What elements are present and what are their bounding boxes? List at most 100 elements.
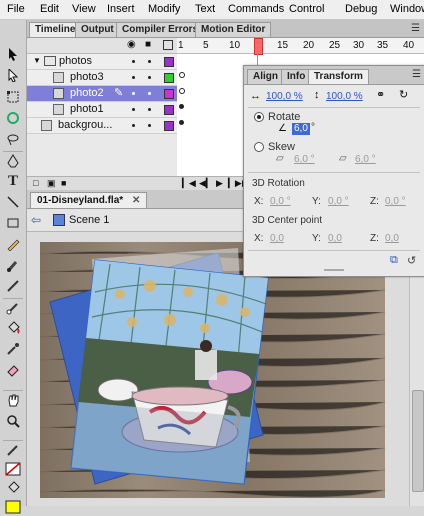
fill-color-swatch[interactable] xyxy=(3,498,23,516)
duplicate-transform-icon[interactable]: ⧉ xyxy=(390,254,398,267)
lock-dot[interactable] xyxy=(148,76,151,79)
first-frame-icon[interactable]: ▎◀ xyxy=(182,178,196,189)
play-icon[interactable]: ▶ xyxy=(216,178,223,189)
layer-row-photos[interactable]: ▼ photos xyxy=(27,54,177,70)
center-3d-y-value[interactable]: 0,0 xyxy=(328,233,342,244)
rectangle-tool-icon[interactable] xyxy=(3,214,23,232)
constrain-link-icon[interactable]: ⚭ xyxy=(376,88,385,101)
eyedropper-tool-icon[interactable] xyxy=(3,340,23,358)
tab-align[interactable]: Align xyxy=(247,69,284,84)
keyframe[interactable] xyxy=(179,120,184,125)
layer-row-photo3[interactable]: photo3 xyxy=(27,70,177,86)
stroke-color-swatch[interactable] xyxy=(3,460,23,478)
zoom-tool-icon[interactable] xyxy=(3,412,23,430)
lock-icon[interactable]: ■ xyxy=(145,39,151,50)
tab-timeline[interactable]: Timeline xyxy=(29,22,82,37)
new-layer-icon[interactable]: □ xyxy=(33,178,38,188)
folder-expand-icon[interactable]: ▼ xyxy=(33,56,41,65)
3d-rotation-tool-icon[interactable] xyxy=(3,109,23,127)
fill-color-icon[interactable] xyxy=(3,479,23,497)
panel-menu-icon[interactable]: ☰ xyxy=(412,69,421,80)
keyframe[interactable] xyxy=(179,104,184,109)
visibility-dot[interactable] xyxy=(132,60,135,63)
tab-output[interactable]: Output xyxy=(75,22,120,37)
pen-tool-icon[interactable] xyxy=(3,151,23,170)
layer-color-swatch[interactable] xyxy=(164,105,174,115)
lasso-tool-icon[interactable] xyxy=(3,130,23,148)
layer-color-swatch[interactable] xyxy=(164,57,174,67)
tab-transform[interactable]: Transform xyxy=(308,69,369,84)
deco-tool-icon[interactable] xyxy=(3,277,23,295)
skew-vertical-value[interactable]: 6,0 ° xyxy=(355,154,376,165)
layer-color-swatch[interactable] xyxy=(164,73,174,83)
eraser-tool-icon[interactable] xyxy=(3,361,23,379)
subselection-tool-icon[interactable] xyxy=(3,67,23,85)
reset-icon[interactable]: ↻ xyxy=(399,88,408,101)
rotation-3d-x-value[interactable]: 0,0 ° xyxy=(270,196,291,207)
layer-name[interactable]: photos xyxy=(59,55,92,67)
text-tool-icon[interactable]: T xyxy=(3,172,23,190)
layer-name[interactable]: photo1 xyxy=(70,103,104,115)
visibility-dot[interactable] xyxy=(132,124,135,127)
layer-row-photo1[interactable]: photo1 xyxy=(27,102,177,118)
menu-file[interactable]: File xyxy=(7,3,25,15)
menu-insert[interactable]: Insert xyxy=(107,3,135,15)
stroke-color-icon[interactable] xyxy=(3,440,23,459)
menu-edit[interactable]: Edit xyxy=(40,3,59,15)
free-transform-tool-icon[interactable] xyxy=(3,88,23,106)
tab-motion-editor[interactable]: Motion Editor xyxy=(195,22,272,37)
center-3d-x-value[interactable]: 0,0 xyxy=(270,233,284,244)
hand-tool-icon[interactable] xyxy=(3,390,23,409)
rotate-radio[interactable] xyxy=(254,112,264,122)
tab-info[interactable]: Info xyxy=(281,69,312,84)
layer-name[interactable]: backgrou... xyxy=(58,119,112,131)
layer-name[interactable]: photo2 xyxy=(70,87,104,99)
delete-layer-icon[interactable]: ■ xyxy=(61,178,66,188)
visibility-dot[interactable] xyxy=(132,92,135,95)
scale-width-value[interactable]: 100,0 % xyxy=(266,91,303,102)
center-3d-z-value[interactable]: 0,0 xyxy=(385,233,399,244)
new-folder-icon[interactable]: ▣ xyxy=(47,178,56,189)
rotate-value[interactable]: 6,0 xyxy=(292,123,310,135)
eye-icon[interactable]: ◉ xyxy=(127,39,136,50)
tab-compiler-errors[interactable]: Compiler Errors xyxy=(116,22,205,37)
layer-name[interactable]: photo3 xyxy=(70,71,104,83)
layer-color-swatch[interactable] xyxy=(164,89,174,99)
brush-tool-icon[interactable] xyxy=(3,256,23,274)
menu-window[interactable]: Window xyxy=(390,3,424,15)
layer-color-swatch[interactable] xyxy=(164,121,174,131)
rotation-3d-z-value[interactable]: 0,0 ° xyxy=(385,196,406,207)
step-forward-icon[interactable]: ▎▶ xyxy=(228,178,242,189)
visibility-dot[interactable] xyxy=(132,76,135,79)
menu-view[interactable]: View xyxy=(72,3,96,15)
outline-icon[interactable] xyxy=(163,40,173,50)
menu-control[interactable]: Control xyxy=(289,3,324,15)
skew-horizontal-value[interactable]: 6,0 ° xyxy=(294,154,315,165)
document-tab[interactable]: 01-Disneyland.fla* ✕ xyxy=(30,192,148,208)
bone-tool-icon[interactable] xyxy=(3,298,23,317)
lock-dot[interactable] xyxy=(148,124,151,127)
layer-row-background[interactable]: backgrou... xyxy=(27,118,177,134)
lock-dot[interactable] xyxy=(148,60,151,63)
lock-dot[interactable] xyxy=(148,108,151,111)
menu-text[interactable]: Text xyxy=(195,3,215,15)
menu-commands[interactable]: Commands xyxy=(228,3,284,15)
paint-bucket-tool-icon[interactable] xyxy=(3,319,23,337)
skew-radio[interactable] xyxy=(254,142,264,152)
back-arrow-icon[interactable]: ⇦ xyxy=(31,213,41,227)
scene-name[interactable]: Scene 1 xyxy=(69,214,109,226)
menu-debug[interactable]: Debug xyxy=(345,3,377,15)
resize-grip[interactable] xyxy=(324,269,344,271)
pencil-tool-icon[interactable] xyxy=(3,235,23,253)
panel-menu-icon[interactable]: ☰ xyxy=(411,23,420,34)
scale-height-value[interactable]: 100,0 % xyxy=(326,91,363,102)
rotation-3d-y-value[interactable]: 0,0 ° xyxy=(328,196,349,207)
playhead[interactable] xyxy=(254,38,263,55)
line-tool-icon[interactable] xyxy=(3,193,23,211)
keyframe[interactable] xyxy=(179,72,185,78)
step-back-icon[interactable]: ◀▎ xyxy=(199,178,213,189)
keyframe[interactable] xyxy=(179,88,185,94)
scrollbar-thumb[interactable] xyxy=(412,390,424,492)
menu-modify[interactable]: Modify xyxy=(148,3,180,15)
visibility-dot[interactable] xyxy=(132,108,135,111)
